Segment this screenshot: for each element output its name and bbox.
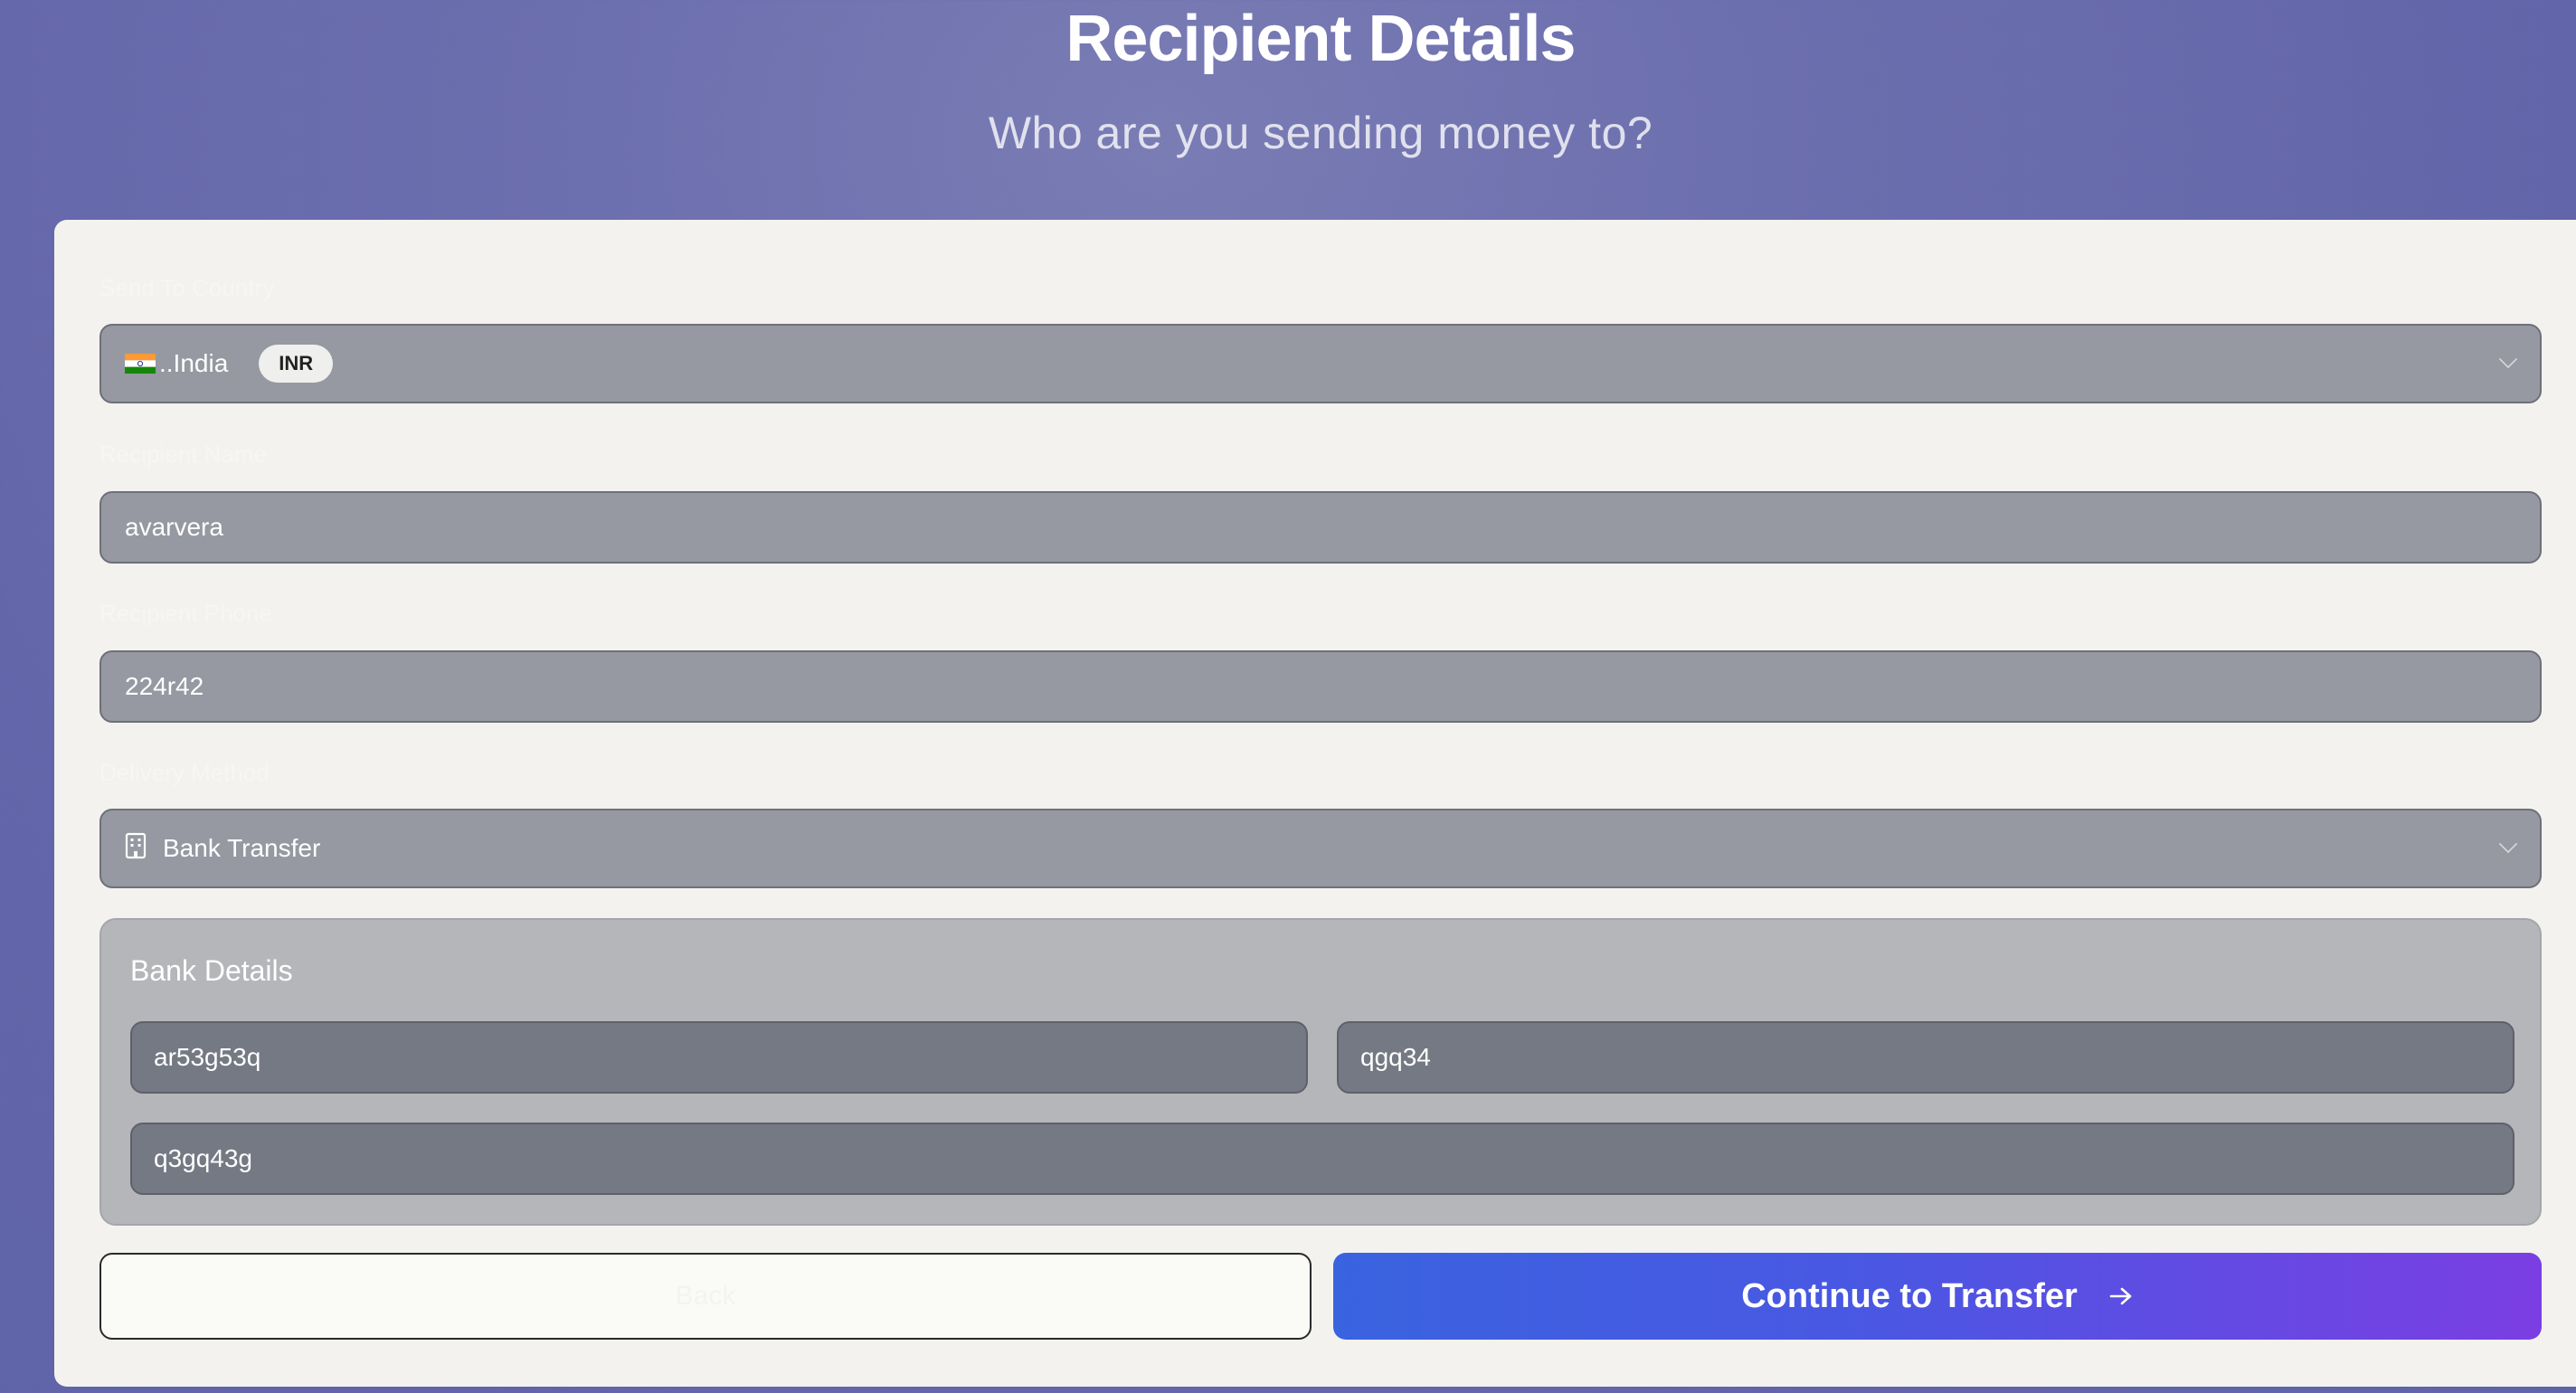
bank-details-title: Bank Details <box>130 954 293 987</box>
bank-field-3[interactable]: q3gq43g <box>130 1123 2514 1195</box>
india-flag-icon <box>125 354 156 374</box>
delivery-method-value: Bank Transfer <box>163 834 321 862</box>
country-select[interactable]: ..India INR <box>99 324 2542 403</box>
bank-details-section: Bank Details ar53g53q qgq34 q3gq43g <box>99 918 2542 1226</box>
chevron-down-icon <box>2498 349 2518 369</box>
arrow-right-icon <box>2108 1277 2134 1316</box>
recipient-phone-label: Recipient Phone <box>99 600 272 627</box>
recipient-name-label: Recipient Name <box>99 441 267 468</box>
currency-badge: INR <box>259 345 334 383</box>
recipient-form-card: Send To Country ..India INR Recipient Na… <box>54 220 2576 1387</box>
chevron-down-icon <box>2498 834 2518 854</box>
country-label: Send To Country <box>99 274 275 301</box>
page-title: Recipient Details <box>1065 3 1576 75</box>
delivery-method-select[interactable]: Bank Transfer <box>99 809 2542 888</box>
bank-field-2[interactable]: qgq34 <box>1337 1021 2514 1094</box>
back-button[interactable]: Back <box>99 1253 1312 1340</box>
continue-label: Continue to Transfer <box>1741 1276 2078 1315</box>
bank-building-icon <box>125 832 147 866</box>
country-value: ..India <box>159 349 229 377</box>
delivery-method-label: Delivery Method <box>99 759 270 786</box>
bank-field-1[interactable]: ar53g53q <box>130 1021 1308 1094</box>
recipient-phone-input[interactable]: 224r42 <box>99 650 2542 723</box>
continue-button[interactable]: Continue to Transfer <box>1333 1253 2542 1340</box>
recipient-name-input[interactable]: avarvera <box>99 491 2542 564</box>
page-subtitle: Who are you sending money to? <box>988 108 1653 158</box>
